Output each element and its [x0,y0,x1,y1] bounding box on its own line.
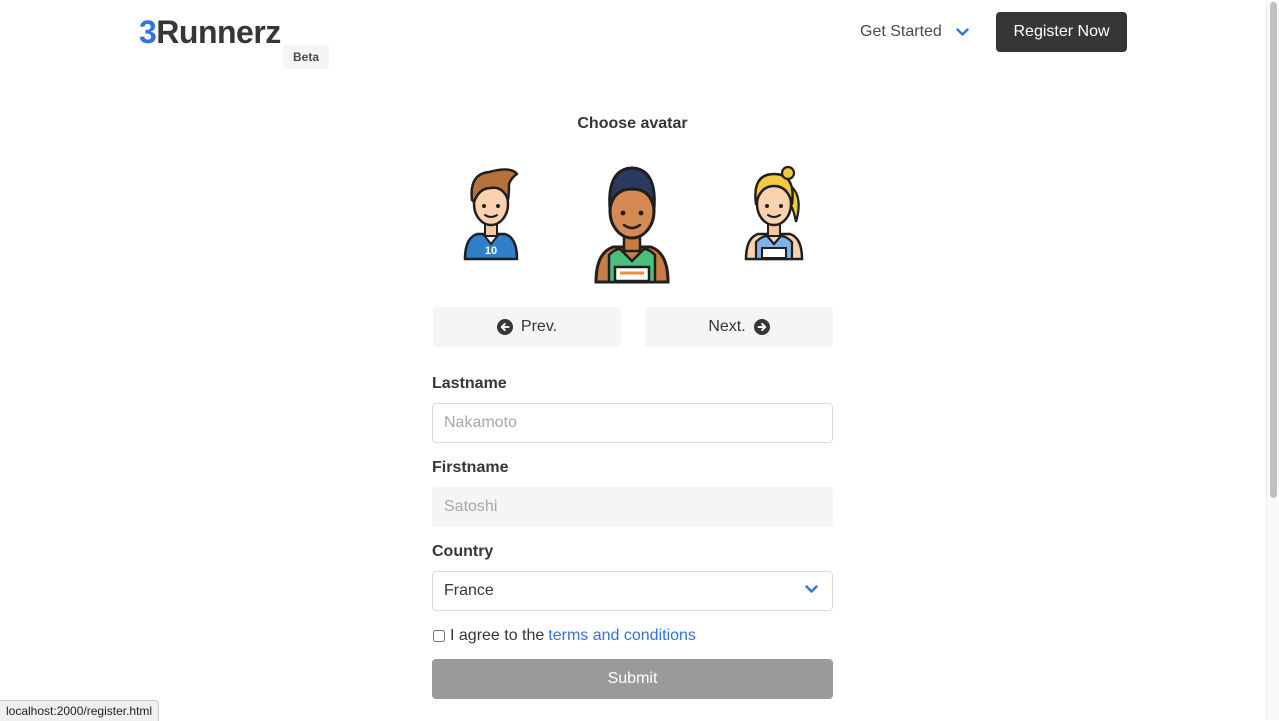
country-select[interactable]: France [432,571,833,611]
scrollbar-thumb[interactable] [1270,2,1277,498]
avatar-runner-man[interactable] [593,165,671,285]
register-now-button[interactable]: Register Now [996,12,1127,52]
brand-digit: 3 [139,14,157,50]
arrow-left-circle-icon [496,319,513,335]
submit-button[interactable]: Submit [432,659,833,699]
runner-man-avatar-icon [594,166,670,284]
chevron-down-icon [805,585,818,593]
prev-avatar-button[interactable]: Prev. [433,307,621,347]
firstname-label: Firstname [432,459,509,476]
firstname-input[interactable] [432,487,833,527]
lastname-label: Lastname [432,375,507,392]
get-started-label: Get Started [860,23,942,40]
runner-girl-avatar-icon [744,165,804,261]
next-label: Next. [708,318,746,335]
get-started-dropdown[interactable]: Get Started [860,20,969,44]
brand-text: Runnerz [156,14,281,50]
lastname-input[interactable] [432,403,833,443]
agree-text: I agree to the [450,627,545,644]
page-scrollbar[interactable] [1266,0,1279,720]
soccer-boy-avatar-icon: 10 [463,168,519,261]
prev-label: Prev. [520,318,558,335]
navbar: 3Runnerz Beta Get Started Register Now [0,0,1266,69]
terms-link[interactable]: terms and conditions [548,627,696,645]
status-bar-url: localhost:2000/register.html [0,700,160,721]
brand-logo[interactable]: 3Runnerz [139,14,281,51]
country-label: Country [432,543,494,560]
avatar-soccer-boy[interactable]: 10 [459,164,523,262]
chevron-down-icon [956,27,969,36]
jersey-number: 10 [485,245,497,257]
country-value: France [444,582,494,599]
avatar-runner-girl[interactable] [742,164,806,262]
choose-avatar-title: Choose avatar [577,115,688,132]
next-avatar-button[interactable]: Next. [645,307,833,347]
terms-agreement: I agree to the terms and conditions [432,626,696,646]
arrow-right-circle-icon [753,319,770,335]
terms-checkbox[interactable] [433,630,445,642]
beta-tag: Beta [283,45,329,69]
